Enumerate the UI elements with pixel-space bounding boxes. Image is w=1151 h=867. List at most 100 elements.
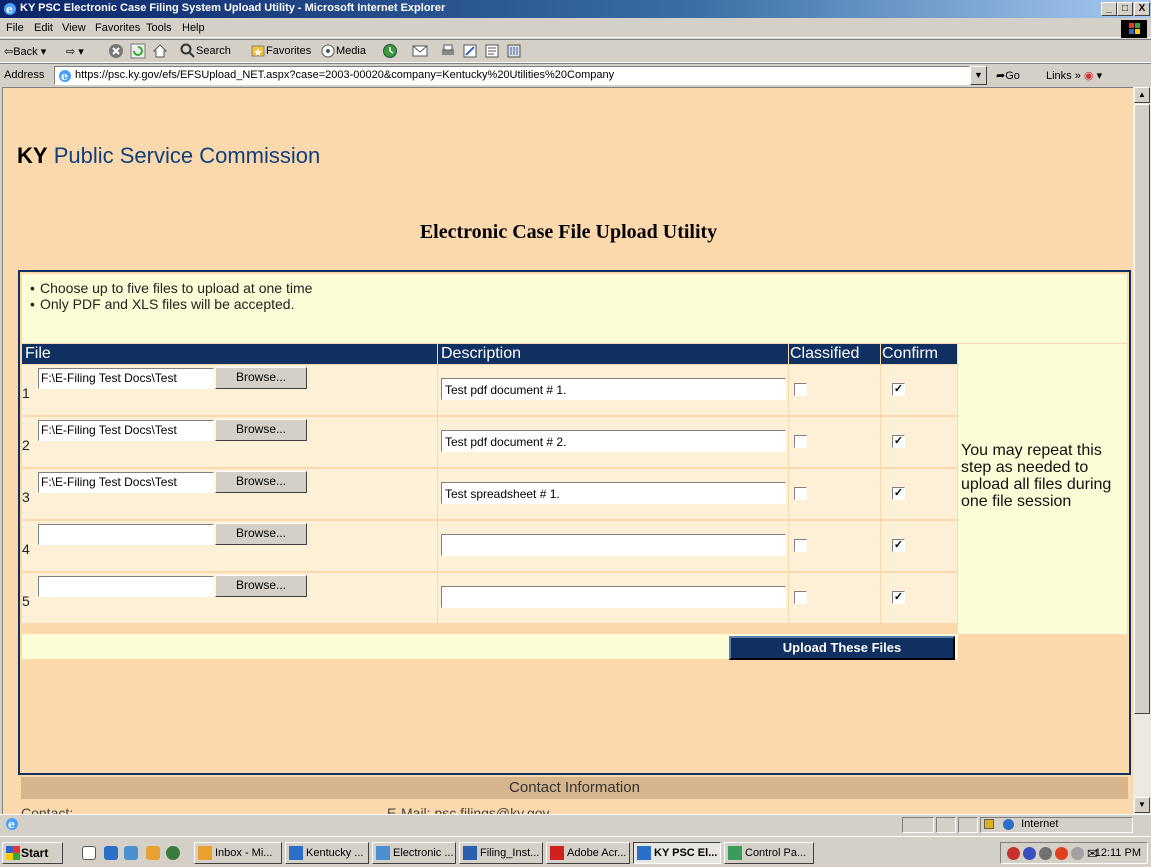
media-quicklaunch-icon[interactable]: [166, 846, 180, 860]
forward-button[interactable]: ⇨ ▾: [66, 45, 84, 58]
taskbar-button[interactable]: KY PSC El...: [633, 842, 721, 864]
file-path-input[interactable]: [38, 576, 214, 597]
browse-button[interactable]: Browse...: [215, 523, 307, 545]
outlook-quicklaunch-icon[interactable]: [124, 846, 138, 860]
tray-icon[interactable]: [1055, 847, 1068, 860]
print-icon[interactable]: [440, 43, 456, 59]
status-bar: e Internet: [0, 814, 1151, 834]
tray-icon[interactable]: [1007, 847, 1020, 860]
translate-icon: ◉: [1083, 70, 1094, 82]
scroll-thumb[interactable]: [1134, 104, 1150, 714]
favorites-button[interactable]: Favorites: [250, 43, 311, 59]
file-path-input[interactable]: F:\E-Filing Test Docs\Test: [38, 420, 214, 441]
description-input[interactable]: Test pdf document # 2.: [441, 430, 786, 452]
menu-help[interactable]: Help: [182, 22, 205, 34]
classified-checkbox[interactable]: [794, 435, 807, 448]
tray-icon[interactable]: [1023, 847, 1036, 860]
classified-checkbox[interactable]: [794, 591, 807, 604]
instructions-list: Choose up to five files to upload at one…: [40, 280, 312, 312]
back-arrow-icon: ⇦: [4, 46, 14, 58]
confirm-checkbox[interactable]: ✓: [892, 435, 905, 448]
minimize-button[interactable]: _: [1101, 2, 1117, 16]
taskbar-button-label: Control Pa...: [745, 847, 807, 859]
stop-icon[interactable]: [108, 43, 124, 59]
svg-text:e: e: [6, 3, 13, 16]
start-button[interactable]: Start: [2, 842, 63, 864]
file-path-input[interactable]: F:\E-Filing Test Docs\Test: [38, 368, 214, 389]
browse-button[interactable]: Browse...: [215, 367, 307, 389]
browse-button[interactable]: Browse...: [215, 471, 307, 493]
menu-file[interactable]: File: [6, 22, 24, 34]
taskbar-button[interactable]: Filing_Inst...: [459, 842, 543, 864]
research-icon[interactable]: [506, 43, 522, 59]
browse-button[interactable]: Browse...: [215, 419, 307, 441]
media-button[interactable]: Media: [320, 43, 366, 59]
taskbar: Start Inbox - Mi... Kentucky ... Electroni…: [0, 836, 1151, 867]
menu-favorites[interactable]: Favorites: [95, 22, 140, 34]
discuss-icon[interactable]: [484, 43, 500, 59]
ie-quicklaunch-icon[interactable]: [104, 846, 118, 860]
favorites-icon: [251, 45, 265, 57]
classified-checkbox[interactable]: [794, 539, 807, 552]
contact-header: Contact Information: [21, 777, 1128, 799]
back-button[interactable]: ⇦Back ▾: [4, 45, 46, 58]
app-icon: [550, 846, 564, 860]
tray-icon[interactable]: [1039, 847, 1052, 860]
scroll-up-icon[interactable]: ▲: [1134, 87, 1150, 103]
tray-icon[interactable]: [1071, 847, 1084, 860]
menu-edit[interactable]: Edit: [34, 22, 53, 34]
file-path-input[interactable]: [38, 524, 214, 545]
home-icon[interactable]: [152, 43, 168, 59]
upload-files-button[interactable]: Upload These Files: [729, 636, 955, 660]
menu-tools[interactable]: Tools: [146, 22, 172, 34]
confirm-checkbox[interactable]: ✓: [892, 383, 905, 396]
menu-view[interactable]: View: [62, 22, 86, 34]
search-icon: [180, 43, 195, 58]
classified-checkbox[interactable]: [794, 383, 807, 396]
confirm-checkbox[interactable]: ✓: [892, 539, 905, 552]
file-path-input[interactable]: F:\E-Filing Test Docs\Test: [38, 472, 214, 493]
brand-name: Public Service Commission: [53, 143, 321, 168]
history-icon[interactable]: [382, 43, 398, 59]
description-input[interactable]: Test pdf document # 1.: [441, 378, 786, 400]
taskbar-button-label: Adobe Acr...: [567, 847, 627, 859]
brand-prefix: KY: [17, 143, 48, 168]
taskbar-button-label: Filing_Inst...: [480, 847, 540, 859]
search-button[interactable]: Search: [180, 43, 231, 59]
brand-title: KY Public Service Commission: [17, 143, 320, 169]
scroll-down-icon[interactable]: ▼: [1134, 797, 1150, 813]
taskbar-button[interactable]: Control Pa...: [724, 842, 814, 864]
row-number: 2: [22, 437, 30, 453]
description-input[interactable]: [441, 586, 786, 608]
taskbar-button[interactable]: Kentucky ...: [285, 842, 369, 864]
show-desktop-icon[interactable]: [82, 846, 96, 860]
browse-button[interactable]: Browse...: [215, 575, 307, 597]
refresh-icon[interactable]: [130, 43, 146, 59]
address-input[interactable]: e https://psc.ky.gov/efs/EFSUpload_NET.a…: [54, 66, 970, 85]
mail-icon[interactable]: [412, 43, 428, 59]
maximize-button[interactable]: □: [1117, 2, 1133, 16]
taskbar-button[interactable]: Adobe Acr...: [546, 842, 630, 864]
classified-checkbox[interactable]: [794, 487, 807, 500]
links-button[interactable]: Links » ◉ ▾: [1046, 69, 1102, 82]
description-input[interactable]: [441, 534, 786, 556]
calendar-quicklaunch-icon[interactable]: [146, 846, 160, 860]
row-number: 5: [22, 593, 30, 609]
go-button[interactable]: ➦Go: [996, 69, 1020, 82]
taskbar-button[interactable]: Electronic ...: [372, 842, 456, 864]
status-page-icon: e: [2, 817, 898, 833]
description-input[interactable]: Test spreadsheet # 1.: [441, 482, 786, 504]
contact-email[interactable]: E-Mail: psc.filings@ky.gov: [387, 805, 550, 814]
close-button[interactable]: X: [1134, 2, 1150, 16]
edit-icon[interactable]: [462, 43, 478, 59]
svg-text:e: e: [61, 70, 68, 83]
confirm-checkbox[interactable]: ✓: [892, 591, 905, 604]
confirm-checkbox[interactable]: ✓: [892, 487, 905, 500]
address-dropdown-icon[interactable]: ▼: [970, 66, 987, 85]
title-bar[interactable]: e KY PSC Electronic Case Filing System U…: [0, 0, 1151, 18]
column-header-file: File: [22, 344, 437, 364]
vertical-scrollbar[interactable]: ▲ ▼: [1133, 87, 1151, 814]
taskbar-button[interactable]: Inbox - Mi...: [194, 842, 282, 864]
app-icon: [728, 846, 742, 860]
status-pane: [958, 817, 978, 833]
